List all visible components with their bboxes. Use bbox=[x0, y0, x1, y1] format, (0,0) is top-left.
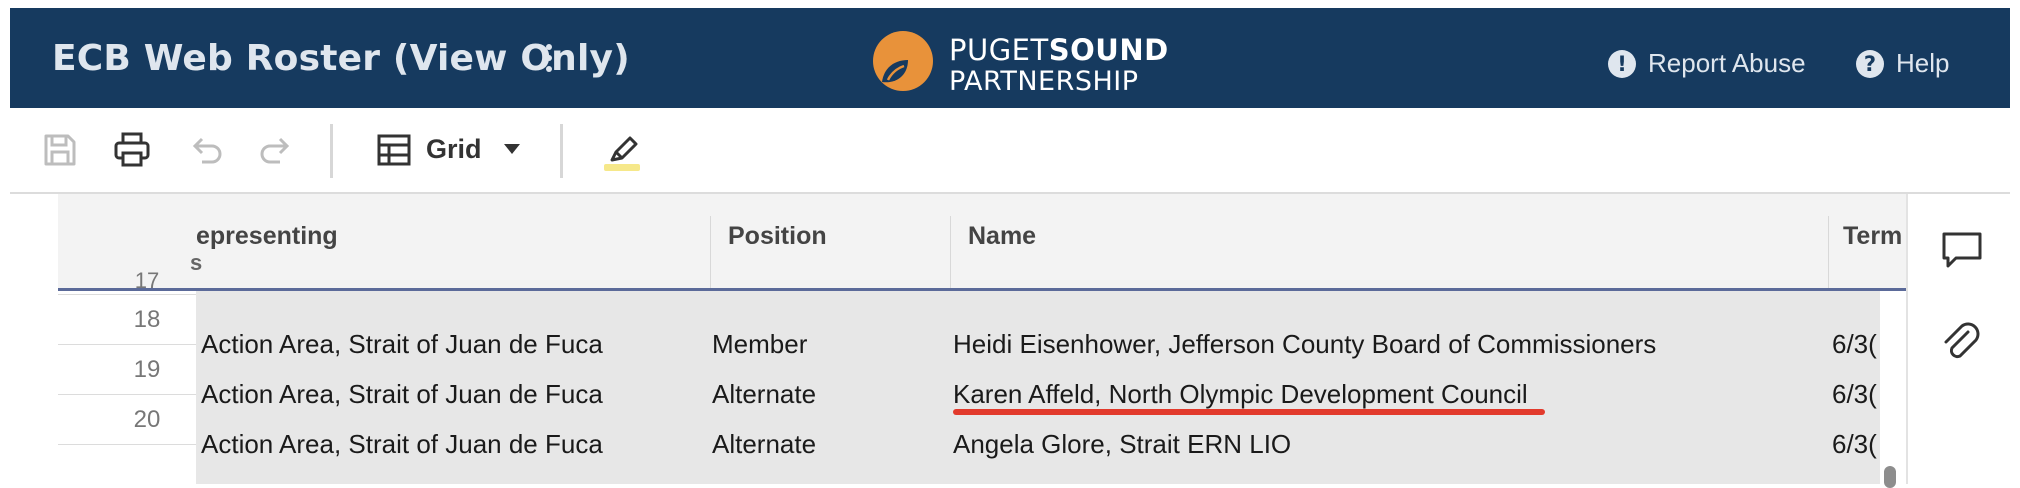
column-header-position[interactable]: Position bbox=[728, 222, 827, 251]
logo-line-1: PUGETSOUND bbox=[949, 33, 1169, 67]
cell-term[interactable]: 6/3( bbox=[1832, 379, 1877, 410]
attachment-icon[interactable] bbox=[1938, 320, 1986, 368]
toolbar-divider bbox=[330, 124, 333, 178]
cell-name[interactable]: Angela Glore, Strait ERN LIO bbox=[953, 429, 1291, 460]
cell-representing[interactable]: Action Area, Strait of Juan de Fuca bbox=[201, 429, 603, 460]
column-divider bbox=[950, 216, 951, 288]
row-number[interactable]: 17 bbox=[58, 270, 196, 295]
exclamation-icon: ! bbox=[1608, 49, 1636, 78]
question-icon: ? bbox=[1856, 49, 1884, 78]
cell-position[interactable]: Alternate bbox=[712, 429, 816, 460]
logo-line-2: PARTNERSHIP bbox=[949, 66, 1139, 97]
cell-position[interactable]: Member bbox=[712, 329, 807, 360]
help-link[interactable]: ? Help bbox=[1856, 48, 1949, 79]
column-header-term[interactable]: Term bbox=[1843, 222, 1902, 251]
column-divider bbox=[710, 216, 711, 288]
red-underline-annotation bbox=[953, 409, 1545, 415]
report-abuse-link[interactable]: ! Report Abuse bbox=[1608, 48, 1806, 79]
row-number-gutter: 17 18 19 20 bbox=[58, 270, 196, 484]
row-number[interactable]: 19 bbox=[58, 345, 196, 395]
app-header: ECB Web Roster (View Only) PUGETSOUND PA… bbox=[10, 8, 2010, 108]
row-number[interactable]: 18 bbox=[58, 295, 196, 345]
help-label: Help bbox=[1896, 48, 1950, 78]
logo-mark-icon bbox=[873, 31, 933, 91]
vertical-scrollbar-thumb[interactable] bbox=[1884, 466, 1896, 488]
grid-icon bbox=[377, 134, 411, 166]
highlight-color-swatch bbox=[604, 164, 640, 171]
puget-sound-partnership-logo: PUGETSOUND PARTNERSHIP bbox=[872, 26, 1172, 97]
cell-representing[interactable]: Action Area, Strait of Juan de Fuca bbox=[201, 379, 603, 410]
cell-term[interactable]: 6/3( bbox=[1832, 429, 1877, 460]
print-icon[interactable] bbox=[112, 130, 152, 170]
cell-name[interactable]: Heidi Eisenhower, Jefferson County Board… bbox=[953, 329, 1656, 360]
chevron-down-icon bbox=[504, 144, 520, 154]
save-icon[interactable] bbox=[40, 130, 80, 170]
logo-word-puget: PUGET bbox=[949, 33, 1049, 67]
undo-icon[interactable] bbox=[186, 130, 226, 170]
column-divider bbox=[1828, 216, 1829, 288]
report-abuse-label: Report Abuse bbox=[1648, 48, 1806, 78]
more-options-icon[interactable] bbox=[544, 44, 554, 76]
cell-representing[interactable]: Action Area, Strait of Juan de Fuca bbox=[201, 329, 603, 360]
right-rail bbox=[1906, 194, 2012, 484]
cell-position[interactable]: Alternate bbox=[712, 379, 816, 410]
toolbar-divider bbox=[560, 124, 563, 178]
cell-name[interactable]: Karen Affeld, North Olympic Development … bbox=[953, 379, 1528, 410]
toolbar: Grid bbox=[10, 108, 2010, 194]
column-header-row: epresenting s Position Name Term bbox=[58, 194, 1906, 291]
logo-word-sound: SOUND bbox=[1048, 33, 1169, 67]
cell-term[interactable]: 6/3( bbox=[1832, 329, 1877, 360]
column-header-representing[interactable]: epresenting bbox=[196, 222, 338, 251]
view-label: Grid bbox=[426, 134, 482, 164]
row-number[interactable]: 20 bbox=[58, 395, 196, 445]
column-header-name[interactable]: Name bbox=[968, 222, 1036, 251]
comment-icon[interactable] bbox=[1938, 226, 1986, 274]
redo-icon[interactable] bbox=[256, 130, 296, 170]
